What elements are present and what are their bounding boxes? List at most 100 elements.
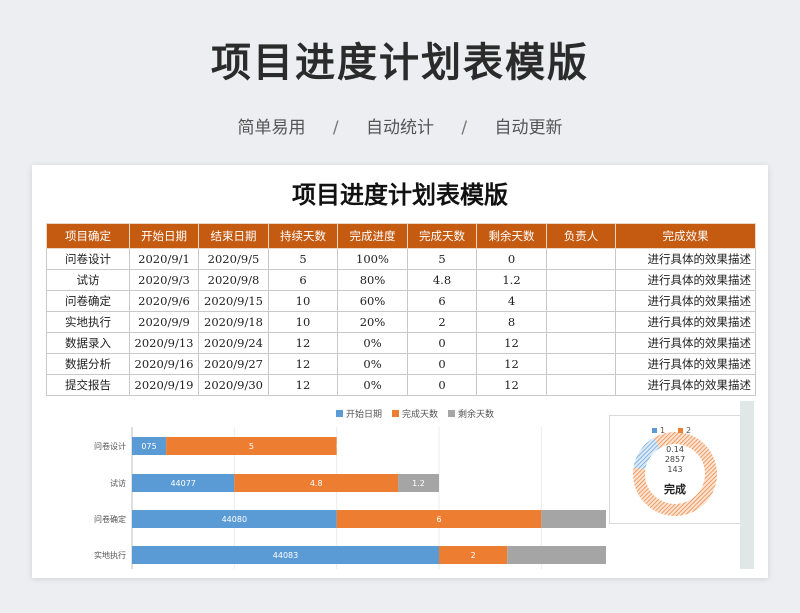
table-cell[interactable]: 进行具体的效果描述 xyxy=(615,290,756,312)
column-header: 项目确定 xyxy=(46,223,130,249)
table-cell[interactable]: 2020/9/15 xyxy=(198,290,269,312)
table-row: 数据分析 2020/9/16 2020/9/27 12 0% 0 12 进行具体的效果描述 xyxy=(46,353,756,375)
table-cell[interactable]: 4.8 xyxy=(407,269,477,291)
table-cell[interactable] xyxy=(546,290,616,312)
table-cell[interactable]: 数据分析 xyxy=(46,353,130,375)
table-cell[interactable]: 0% xyxy=(337,353,408,375)
tag-separator: / xyxy=(332,118,339,138)
gantt-chart: 开始日期 完成天数 剩余天数 问卷设计 075 5 0 试访 44077 4.8 1.2 问卷确… xyxy=(46,401,754,569)
category-label: 实地执行 xyxy=(94,550,126,560)
pie-legend-label: 1 xyxy=(660,426,665,435)
table-cell[interactable]: 进行具体的效果描述 xyxy=(615,374,756,396)
bar-label: 44080 xyxy=(222,515,247,524)
completion-pie-panel: 1 2 0.14 2857 143 完成 xyxy=(609,415,741,524)
table-cell[interactable] xyxy=(546,332,616,354)
table-cell[interactable]: 2020/9/16 xyxy=(129,353,199,375)
table-cell[interactable]: 进行具体的效果描述 xyxy=(615,332,756,354)
table-cell[interactable]: 6 xyxy=(268,269,338,291)
table-cell[interactable]: 12 xyxy=(476,353,547,375)
pie-legend-swatch xyxy=(652,428,657,433)
table-cell[interactable]: 12 xyxy=(268,374,338,396)
table-cell[interactable]: 进行具体的效果描述 xyxy=(615,269,756,291)
sheet-title: 项目进度计划表模版 xyxy=(292,180,508,209)
table-cell[interactable]: 2020/9/18 xyxy=(198,311,269,333)
bar-label: 4.8 xyxy=(310,479,323,488)
spreadsheet-preview: 项目进度计划表模版 项目确定 开始日期 结束日期 持续天数 完成进度 完成天数 剩余天数 负责… xyxy=(32,165,768,578)
table-cell[interactable]: 1.2 xyxy=(476,269,547,291)
table-cell[interactable]: 2020/9/24 xyxy=(198,332,269,354)
table-cell[interactable]: 问卷设计 xyxy=(46,248,130,270)
table-cell[interactable]: 12 xyxy=(476,332,547,354)
table-cell[interactable]: 4 xyxy=(476,290,547,312)
table-cell[interactable]: 2020/9/6 xyxy=(129,290,199,312)
table-row: 试访 2020/9/3 2020/9/8 6 80% 4.8 1.2 进行具体的效果描述 xyxy=(46,269,756,291)
table-cell[interactable]: 提交报告 xyxy=(46,374,130,396)
table-cell[interactable]: 60% xyxy=(337,290,408,312)
table-cell[interactable]: 0% xyxy=(337,374,408,396)
table-cell[interactable]: 6 xyxy=(407,290,477,312)
column-header: 剩余天数 xyxy=(476,223,547,249)
table-cell[interactable]: 2020/9/8 xyxy=(198,269,269,291)
column-header: 结束日期 xyxy=(198,223,269,249)
table-row: 问卷设计 2020/9/1 2020/9/5 5 100% 5 0 进行具体的效果描述 xyxy=(46,248,756,270)
table-cell[interactable]: 80% xyxy=(337,269,408,291)
table-cell[interactable]: 10 xyxy=(268,290,338,312)
table-cell[interactable]: 2020/9/9 xyxy=(129,311,199,333)
pie-legend-label: 2 xyxy=(686,426,691,435)
table-cell[interactable]: 100% xyxy=(337,248,408,270)
table-cell[interactable] xyxy=(546,311,616,333)
table-cell[interactable]: 2020/9/19 xyxy=(129,374,199,396)
table-cell[interactable]: 0 xyxy=(476,248,547,270)
table-cell[interactable]: 12 xyxy=(268,332,338,354)
table-cell[interactable]: 0 xyxy=(407,353,477,375)
table-cell[interactable]: 5 xyxy=(407,248,477,270)
table-cell[interactable]: 2020/9/5 xyxy=(198,248,269,270)
table-cell[interactable]: 数据录入 xyxy=(46,332,130,354)
table-cell[interactable]: 2020/9/13 xyxy=(129,332,199,354)
table-cell[interactable]: 0% xyxy=(337,332,408,354)
table-cell[interactable]: 8 xyxy=(476,311,547,333)
table-cell[interactable]: 5 xyxy=(268,248,338,270)
table-cell[interactable]: 12 xyxy=(268,353,338,375)
pie-slice xyxy=(633,437,661,470)
category-label: 试访 xyxy=(110,478,126,488)
bar-label: 0 xyxy=(336,442,341,451)
pie-center-label: 完成 xyxy=(664,482,686,496)
tag-separator: / xyxy=(461,118,468,138)
bar-label: 5 xyxy=(249,442,254,451)
bar-segment xyxy=(541,510,606,528)
table-cell[interactable] xyxy=(546,269,616,291)
table-cell[interactable]: 进行具体的效果描述 xyxy=(615,353,756,375)
table-cell[interactable] xyxy=(546,248,616,270)
table-row: 数据录入 2020/9/13 2020/9/24 12 0% 0 12 进行具体的效果描述 xyxy=(46,332,756,354)
table-row: 问卷确定 2020/9/6 2020/9/15 10 60% 6 4 进行具体的效果描述 xyxy=(46,290,756,312)
table-cell[interactable]: 2020/9/30 xyxy=(198,374,269,396)
category-label: 问卷确定 xyxy=(94,514,126,524)
table-cell[interactable]: 10 xyxy=(268,311,338,333)
table-row: 提交报告 2020/9/19 2020/9/30 12 0% 0 12 进行具体的效果描述 xyxy=(46,374,756,396)
table-cell[interactable]: 试访 xyxy=(46,269,130,291)
table-cell[interactable]: 实地执行 xyxy=(46,311,130,333)
pie-legend-swatch xyxy=(678,428,683,433)
tag-auto-stat: 自动统计 xyxy=(366,118,434,138)
table-cell[interactable] xyxy=(546,374,616,396)
table-cell[interactable]: 2020/9/1 xyxy=(129,248,199,270)
table-cell[interactable] xyxy=(546,353,616,375)
hero-tagline: 简单易用 / 自动统计 / 自动更新 xyxy=(0,113,800,138)
table-cell[interactable]: 问卷确定 xyxy=(46,290,130,312)
completion-pie: 1 2 0.142857143 完成 xyxy=(633,426,717,516)
table-cell[interactable]: 2020/9/3 xyxy=(129,269,199,291)
table-cell[interactable]: 进行具体的效果描述 xyxy=(615,248,756,270)
table-cell[interactable]: 进行具体的效果描述 xyxy=(615,311,756,333)
tag-easy: 简单易用 xyxy=(237,118,306,138)
table-cell[interactable]: 20% xyxy=(337,311,408,333)
table-cell[interactable]: 0 xyxy=(407,374,477,396)
table-cell[interactable]: 0 xyxy=(407,332,477,354)
bar-label: 075 xyxy=(141,442,156,451)
table-cell[interactable]: 2 xyxy=(407,311,477,333)
scroll-strip xyxy=(740,401,754,569)
pie-value-label: 0.14 xyxy=(666,445,684,454)
table-cell[interactable]: 12 xyxy=(476,374,547,396)
bar-label: 1.2 xyxy=(412,479,425,488)
table-cell[interactable]: 2020/9/27 xyxy=(198,353,269,375)
